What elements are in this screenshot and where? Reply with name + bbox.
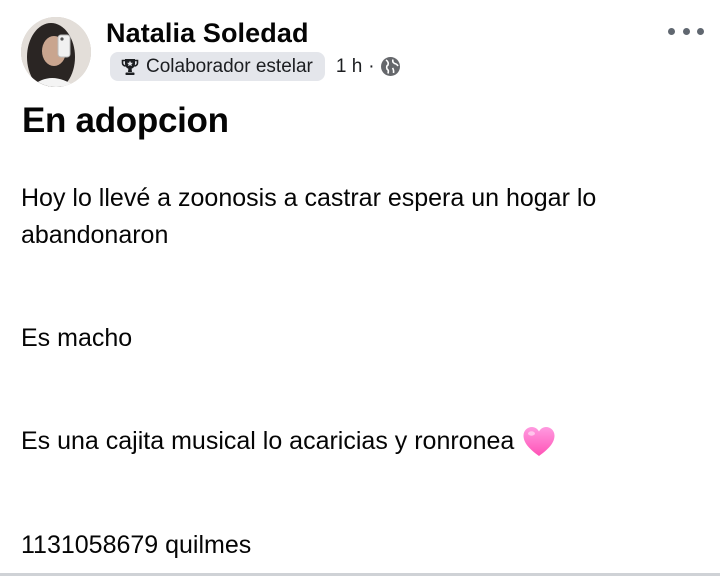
post-meta: Colaborador estelar 1 h ·	[110, 52, 401, 81]
author-name[interactable]: Natalia Soledad	[106, 18, 309, 49]
post-card: Natalia Soledad Colaborador estelar 1 h …	[0, 0, 720, 576]
post-paragraph: Hoy lo llevé a zoonosis a castrar espera…	[21, 184, 597, 249]
post-paragraph: 1131058679 quilmes	[21, 531, 252, 559]
contributor-badge[interactable]: Colaborador estelar	[110, 52, 325, 81]
badge-label: Colaborador estelar	[146, 55, 313, 77]
post-paragraph-text: Es una cajita musical lo acaricias y ron…	[21, 427, 515, 455]
meta-separator: ·	[368, 55, 375, 77]
post-paragraph: Es una cajita musical lo acaricias y ron…	[21, 423, 556, 460]
post-paragraph: Es macho	[21, 324, 133, 352]
pink-heart-emoji	[522, 425, 556, 459]
post-time[interactable]: 1 h	[336, 56, 362, 78]
more-options-icon[interactable]	[668, 22, 704, 40]
trophy-icon	[120, 57, 140, 77]
post-title: En adopcion	[22, 101, 229, 140]
avatar[interactable]	[21, 17, 91, 87]
globe-icon[interactable]	[380, 56, 401, 77]
